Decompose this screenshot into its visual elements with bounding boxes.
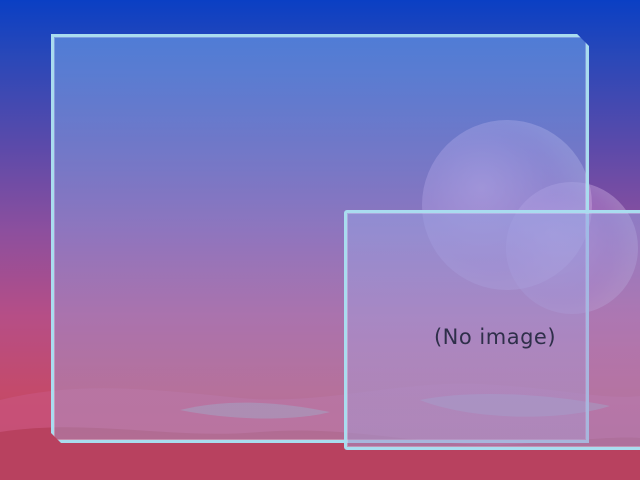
no-image-placeholder: (No image) xyxy=(433,325,557,349)
desktop-background: (No image) xyxy=(0,0,640,480)
image-preview-panel[interactable]: (No image) xyxy=(344,210,640,450)
panel-corner xyxy=(571,34,589,52)
